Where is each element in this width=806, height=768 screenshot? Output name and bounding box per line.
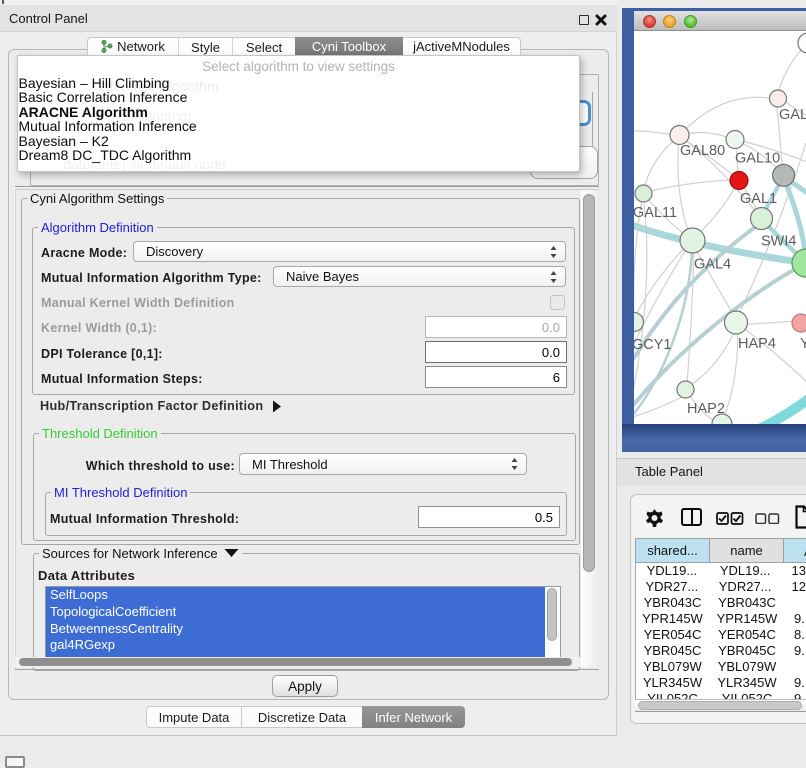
- svg-text:GAL11: GAL11: [634, 205, 677, 221]
- svg-text:SWI4: SWI4: [761, 234, 796, 250]
- svg-text:GAL: GAL: [779, 107, 806, 123]
- svg-text:GCY1: GCY1: [634, 337, 672, 353]
- svg-text:Y: Y: [800, 336, 806, 352]
- svg-text:GAL10: GAL10: [735, 151, 780, 167]
- svg-text:GAL80: GAL80: [680, 143, 725, 159]
- svg-text:HAP2: HAP2: [687, 401, 725, 417]
- svg-text:GAL4: GAL4: [694, 257, 731, 273]
- svg-text:GAL1: GAL1: [740, 191, 777, 207]
- svg-text:HAP4: HAP4: [738, 336, 776, 352]
